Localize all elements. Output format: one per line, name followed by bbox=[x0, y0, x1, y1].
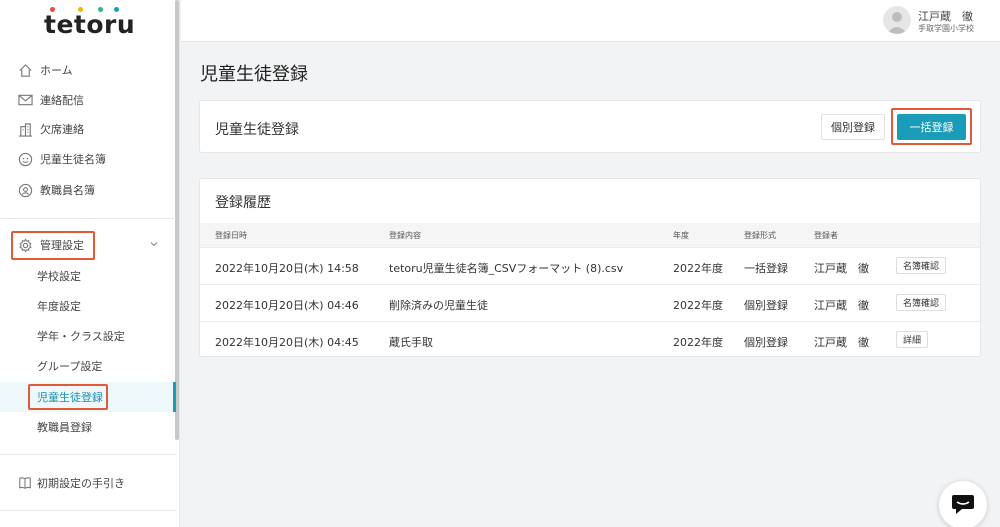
nav-student-roster-label: 児童生徒名簿 bbox=[40, 153, 106, 166]
column-header: 登録日時 bbox=[215, 231, 247, 240]
avatar[interactable] bbox=[883, 6, 911, 34]
logo-dot bbox=[114, 7, 119, 12]
nav-messages-label: 連絡配信 bbox=[40, 94, 84, 107]
cell-content: 蔵氏手取 bbox=[389, 336, 433, 349]
cell-user: 江戸蔵 徹 bbox=[814, 262, 869, 275]
table-row: 2022年10月20日(木) 14:58 tetoru児童生徒名簿_CSVフォー… bbox=[200, 247, 980, 284]
nav-home[interactable]: ホーム bbox=[0, 57, 176, 83]
nav-messages[interactable]: 連絡配信 bbox=[0, 87, 176, 113]
history-card: 登録履歴 登録日時 登録内容 年度 登録形式 登録者 2022年10月20日(木… bbox=[199, 178, 981, 357]
cell-type: 個別登録 bbox=[744, 336, 788, 349]
register-card-title: 児童生徒登録 bbox=[215, 122, 299, 138]
sub-item-label: グループ設定 bbox=[37, 360, 103, 373]
mail-icon bbox=[17, 92, 33, 108]
history-title: 登録履歴 bbox=[215, 195, 271, 211]
cell-user: 江戸蔵 徹 bbox=[814, 336, 869, 349]
nav-student-roster[interactable]: 児童生徒名簿 bbox=[0, 146, 176, 172]
nav-staff-roster-label: 教職員名簿 bbox=[40, 184, 95, 197]
logo-dot bbox=[98, 7, 103, 12]
table-row: 2022年10月20日(木) 04:45 蔵氏手取 2022年度 個別登録 江戸… bbox=[200, 321, 980, 356]
column-header: 登録者 bbox=[814, 231, 838, 240]
cell-user: 江戸蔵 徹 bbox=[814, 299, 869, 312]
sub-item-year-settings[interactable]: 年度設定 bbox=[0, 291, 176, 321]
roster-check-button[interactable]: 名簿確認 bbox=[896, 257, 947, 274]
sidebar-divider bbox=[0, 454, 176, 455]
cell-type: 個別登録 bbox=[744, 299, 788, 312]
register-card: 児童生徒登録 個別登録 一括登録 bbox=[199, 100, 981, 153]
cell-datetime: 2022年10月20日(木) 04:45 bbox=[215, 336, 359, 349]
nav-absence-label: 欠席連絡 bbox=[40, 123, 84, 136]
nav-absence[interactable]: 欠席連絡 bbox=[0, 116, 176, 142]
highlight-box-bulk-register bbox=[891, 108, 972, 145]
top-bar: 江戸蔵 徹 手取学園小学校 bbox=[181, 0, 1000, 42]
detail-button[interactable]: 詳細 bbox=[896, 331, 929, 348]
page-title: 児童生徒登録 bbox=[200, 64, 308, 85]
nav-home-label: ホーム bbox=[40, 64, 73, 77]
cell-year: 2022年度 bbox=[673, 336, 723, 349]
sidebar: tetoru ホーム 連絡配信 欠席連絡 児童生徒名簿 教職員名簿 管理設定 学… bbox=[0, 0, 180, 527]
logo-dot bbox=[78, 7, 83, 12]
book-icon bbox=[17, 475, 33, 491]
building-icon bbox=[17, 121, 33, 137]
sub-item-grade-class-settings[interactable]: 学年・クラス設定 bbox=[0, 321, 176, 351]
sidebar-divider bbox=[0, 218, 176, 219]
table-header: 登録日時 登録内容 年度 登録形式 登録者 bbox=[200, 223, 980, 247]
nav-setup-guide[interactable]: 初期設定の手引き bbox=[0, 470, 176, 496]
logo-dot bbox=[50, 7, 55, 12]
cell-year: 2022年度 bbox=[673, 262, 723, 275]
individual-register-button[interactable]: 個別登録 bbox=[821, 114, 885, 140]
chevron-down-icon[interactable] bbox=[150, 238, 158, 251]
nav-staff-roster[interactable]: 教職員名簿 bbox=[0, 177, 176, 203]
sub-item-label: 学校設定 bbox=[37, 270, 81, 283]
logo-text: tetoru bbox=[44, 10, 136, 39]
sub-item-label: 年度設定 bbox=[37, 300, 81, 313]
chat-icon bbox=[950, 492, 976, 519]
active-indicator bbox=[173, 382, 176, 412]
cell-datetime: 2022年10月20日(木) 04:46 bbox=[215, 299, 359, 312]
school-name: 手取学園小学校 bbox=[918, 24, 974, 33]
nav-setup-guide-label: 初期設定の手引き bbox=[37, 477, 125, 490]
sidebar-divider bbox=[0, 510, 176, 511]
cell-content: tetoru児童生徒名簿_CSVフォーマット (8).csv bbox=[389, 262, 624, 275]
sub-item-label: 教職員登録 bbox=[37, 421, 92, 434]
sub-item-school-settings[interactable]: 学校設定 bbox=[0, 261, 176, 291]
cell-type: 一括登録 bbox=[744, 262, 788, 275]
cell-content: 削除済みの児童生徒 bbox=[389, 299, 488, 312]
cell-year: 2022年度 bbox=[673, 299, 723, 312]
user-name[interactable]: 江戸蔵 徹 bbox=[918, 8, 973, 24]
column-header: 登録形式 bbox=[744, 231, 776, 240]
sub-item-group-settings[interactable]: グループ設定 bbox=[0, 351, 176, 381]
chat-support-button[interactable] bbox=[939, 481, 987, 527]
highlight-box-admin bbox=[11, 231, 95, 260]
roster-check-button[interactable]: 名簿確認 bbox=[896, 294, 947, 311]
sub-item-staff-registration[interactable]: 教職員登録 bbox=[0, 412, 176, 442]
tetoru-logo[interactable]: tetoru bbox=[44, 7, 136, 40]
table-row: 2022年10月20日(木) 04:46 削除済みの児童生徒 2022年度 個別… bbox=[200, 284, 980, 321]
home-icon bbox=[17, 62, 33, 78]
cell-datetime: 2022年10月20日(木) 14:58 bbox=[215, 262, 359, 275]
sub-item-label: 学年・クラス設定 bbox=[37, 330, 125, 343]
column-header: 登録内容 bbox=[389, 231, 421, 240]
column-header: 年度 bbox=[673, 231, 689, 240]
face-icon bbox=[17, 151, 33, 167]
highlight-box-student-registration bbox=[28, 384, 108, 410]
staff-icon bbox=[17, 182, 33, 198]
